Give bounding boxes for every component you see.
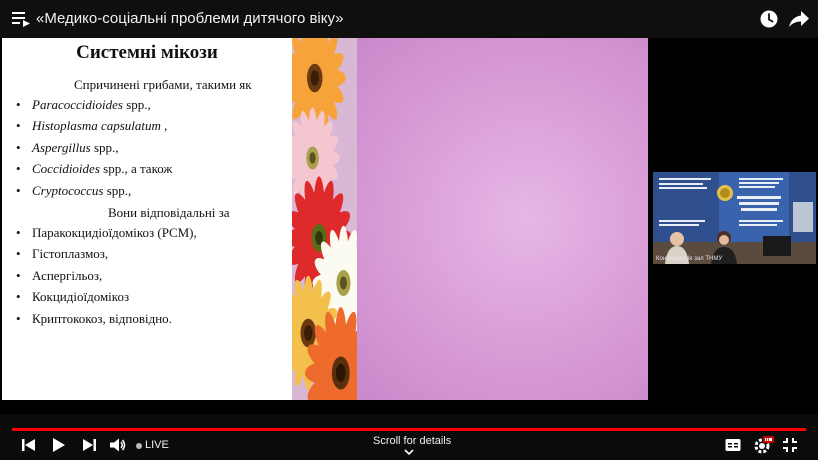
- pathogen-name: Histoplasma capsulatum: [32, 118, 161, 134]
- webcam-scene: [653, 172, 816, 264]
- list-item: • Aspergillus spp.,: [16, 137, 172, 158]
- list-item: • Гістоплазмоз,: [16, 243, 197, 264]
- bullet: •: [16, 225, 21, 240]
- clock-icon[interactable]: [759, 9, 779, 29]
- disease-name: Криптококоз, відповідно.: [32, 310, 172, 326]
- player-controls: LIVE Scroll for details: [0, 414, 818, 460]
- pathogen-name: Aspergillus: [32, 139, 91, 155]
- chevron-down-icon[interactable]: [404, 449, 414, 455]
- webcam-feed[interactable]: Конференція зал ТНМУ: [653, 172, 816, 264]
- video-title[interactable]: «Медико-соціальні проблеми дитячого віку…: [36, 10, 344, 27]
- pathogen-suffix: spp., а також: [99, 161, 173, 177]
- disease-name: Кокцидіоїдомікоз: [32, 289, 130, 305]
- pathogen-suffix: ,: [160, 118, 168, 134]
- next-icon[interactable]: [82, 438, 96, 452]
- disease-list: • Паракокцидіоїдомікоз (PCM), • Гістоплазм…: [16, 222, 197, 329]
- list-item: • Coccidioides spp., а також: [16, 158, 172, 179]
- disease-name: Паракокцидіоїдомікоз (PCM),: [32, 225, 197, 240]
- video-stage[interactable]: Системні мікози Спричинені грибами, таки…: [0, 38, 818, 414]
- scroll-for-details[interactable]: Scroll for details: [373, 435, 451, 447]
- slide-lead: Вони відповідальні за: [108, 205, 230, 220]
- bullet: •: [16, 246, 21, 262]
- bullet: •: [16, 139, 21, 155]
- list-item: • Паракокцидіоїдомікоз (PCM),: [16, 222, 197, 243]
- list-item: • Аспергільоз,: [16, 265, 197, 286]
- slide-text-panel: Системні мікози Спричинені грибами, таки…: [2, 38, 292, 400]
- playlist-icon[interactable]: [12, 11, 30, 27]
- gerbera-flowers-image: [292, 38, 357, 400]
- play-icon[interactable]: [52, 438, 66, 452]
- list-item: • Кокцидіоїдомікоз: [16, 286, 197, 307]
- webcam-caption: Конференція зал ТНМУ: [656, 256, 723, 262]
- bullet: •: [16, 97, 21, 112]
- bullet: •: [16, 267, 21, 283]
- slide-intro: Спричинені грибами, такими як: [74, 77, 252, 92]
- slide-heading: Системні мікози: [76, 42, 218, 63]
- pathogen-list: • Paracoccidioides spp., • Histoplasma cap…: [16, 94, 172, 201]
- list-item: • Cryptococcus spp.,: [16, 180, 172, 201]
- slide-background: [342, 38, 648, 400]
- bullet: •: [16, 182, 21, 198]
- pathogen-suffix: spp.,: [103, 182, 132, 198]
- top-bar: «Медико-соціальні проблеми дитячого віку…: [0, 0, 818, 38]
- progress-bar[interactable]: [12, 428, 806, 431]
- pathogen-suffix: spp.,: [122, 97, 151, 112]
- captions-icon[interactable]: [725, 438, 741, 452]
- list-item: • Криптококоз, відповідно.: [16, 308, 197, 329]
- bullet: •: [16, 310, 21, 326]
- live-indicator-dot: [136, 443, 142, 449]
- share-icon[interactable]: [789, 10, 809, 28]
- settings-icon[interactable]: [754, 436, 774, 454]
- previous-icon[interactable]: [22, 438, 36, 452]
- exit-fullscreen-icon[interactable]: [783, 438, 797, 452]
- live-label[interactable]: LIVE: [145, 439, 169, 451]
- disease-name: Аспергільоз,: [32, 267, 103, 283]
- bullet: •: [16, 289, 21, 305]
- bullet: •: [16, 118, 21, 134]
- volume-icon[interactable]: [110, 438, 126, 452]
- pathogen-suffix: spp.,: [90, 139, 119, 155]
- list-item: • Histoplasma capsulatum ,: [16, 115, 172, 136]
- pathogen-name: Cryptococcus: [32, 182, 104, 198]
- disease-name: Гістоплазмоз,: [32, 246, 109, 262]
- bullet: •: [16, 161, 21, 177]
- list-item: • Paracoccidioides spp.,: [16, 94, 172, 115]
- pathogen-name: Coccidioides: [32, 161, 100, 177]
- pathogen-name: Paracoccidioides: [32, 97, 123, 112]
- presentation-slide: Системні мікози Спричинені грибами, таки…: [2, 38, 648, 400]
